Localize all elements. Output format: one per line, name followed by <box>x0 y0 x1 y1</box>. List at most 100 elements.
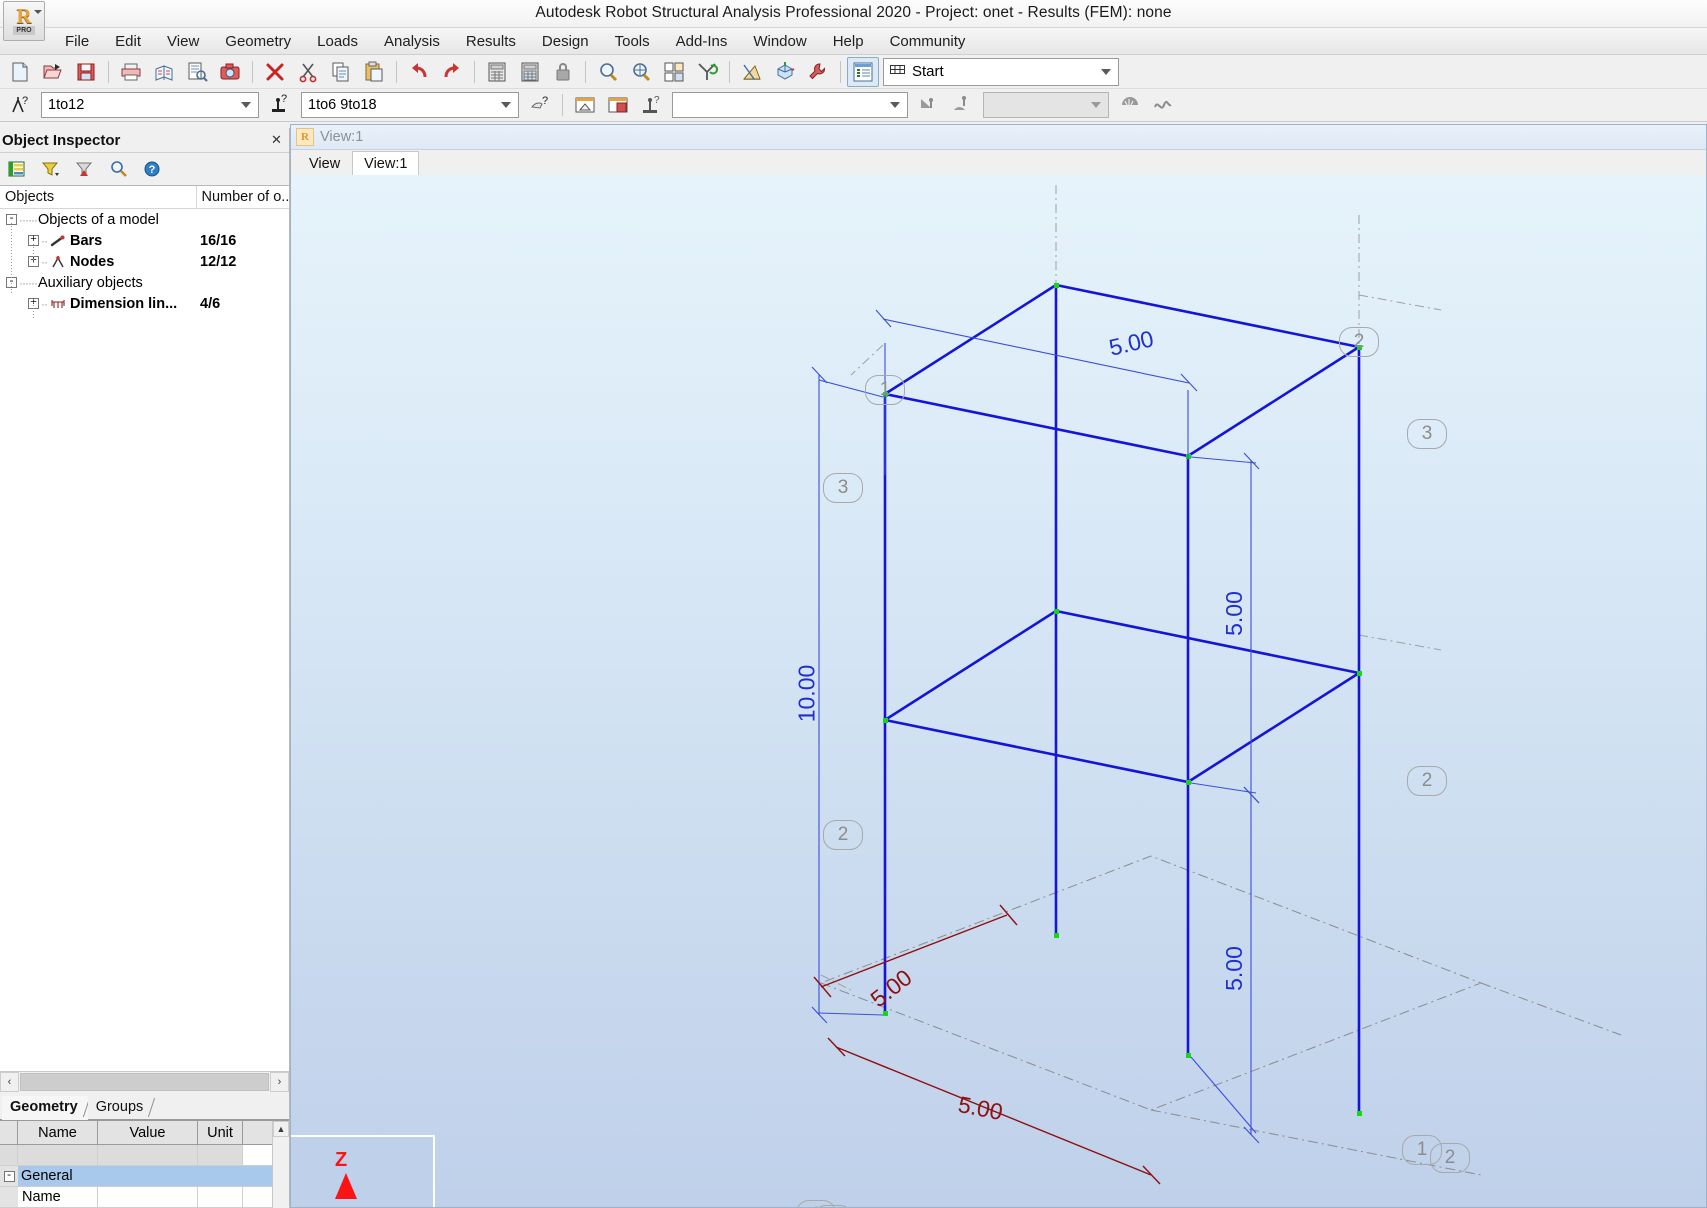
grid-bubble-far-2[interactable]: 2 <box>1430 1143 1470 1173</box>
chevron-down-icon[interactable] <box>501 102 511 108</box>
help-icon[interactable]: ? <box>139 157 165 181</box>
grid-bubble-top-2[interactable]: 2 <box>1339 327 1379 357</box>
bar-select-icon[interactable]: ? <box>264 90 296 120</box>
tree-expander[interactable]: + <box>28 256 39 267</box>
scroll-up-icon[interactable]: ▲ <box>273 1121 289 1137</box>
result-type-combo[interactable] <box>983 92 1109 118</box>
printout-composition-icon[interactable] <box>181 57 213 87</box>
search-icon[interactable] <box>105 157 131 181</box>
menu-item-help[interactable]: Help <box>820 30 877 53</box>
tree-node-bars[interactable]: + ·· Bars 16/16 <box>0 230 289 251</box>
tree-expander[interactable]: - <box>6 277 17 288</box>
display-icon[interactable] <box>658 57 690 87</box>
view-panel-icon[interactable] <box>569 90 601 120</box>
cell-value[interactable] <box>98 1187 198 1207</box>
menu-item-community[interactable]: Community <box>877 30 979 53</box>
chevron-down-icon[interactable] <box>1101 68 1111 75</box>
lock-icon[interactable] <box>547 57 579 87</box>
grid-bubble-top-1[interactable]: 1 <box>865 375 905 405</box>
tree-node-auxiliary-objects[interactable]: - ······ Auxiliary objects <box>0 272 289 293</box>
menu-item-edit[interactable]: Edit <box>102 30 154 53</box>
layout-selector-combo[interactable]: Start <box>883 57 1119 86</box>
clear-filter-icon[interactable] <box>71 157 97 181</box>
save-view-icon[interactable] <box>602 90 634 120</box>
tree-node-objects-of-a-model[interactable]: - ······ Objects of a model <box>0 209 289 230</box>
tab-view-1[interactable]: View:1 <box>352 151 420 177</box>
open-folder-icon[interactable] <box>37 57 69 87</box>
tab-geometry[interactable]: Geometry <box>2 1096 90 1120</box>
menu-item-results[interactable]: Results <box>453 30 529 53</box>
save-icon[interactable] <box>70 57 102 87</box>
app-logo-button[interactable]: R PRO <box>3 1 45 41</box>
model-canvas[interactable]: 5.00 10.00 5.00 5.00 5.00 5.00 1 2 3 3 2… <box>291 175 1706 1207</box>
menu-item-file[interactable]: File <box>52 30 102 53</box>
tree-expander[interactable]: + <box>28 235 39 246</box>
properties-row-name[interactable]: Name <box>0 1187 272 1208</box>
close-icon[interactable]: ✕ <box>268 132 285 149</box>
scroll-thumb[interactable] <box>20 1073 269 1091</box>
object-inspector-icon[interactable] <box>847 56 879 87</box>
load-support-icon[interactable] <box>946 90 978 120</box>
grid-bubble-left-3[interactable]: 3 <box>823 473 863 503</box>
menu-item-view[interactable]: View <box>154 30 212 53</box>
scroll-track[interactable] <box>19 1073 270 1091</box>
grid-bubble-left-2[interactable]: 2 <box>823 820 863 850</box>
menu-item-tools[interactable]: Tools <box>602 30 663 53</box>
menu-item-loads[interactable]: Loads <box>304 30 371 53</box>
filter-icon[interactable] <box>37 157 63 181</box>
undo-icon[interactable] <box>403 57 435 87</box>
paste-icon[interactable] <box>358 57 390 87</box>
chevron-down-icon[interactable] <box>34 10 42 14</box>
redo-icon[interactable] <box>436 57 468 87</box>
new-file-icon[interactable] <box>4 57 36 87</box>
grid-bubble-right-3[interactable]: 3 <box>1407 419 1447 449</box>
tree-node-nodes[interactable]: + ·· Nodes 12/12 <box>0 251 289 272</box>
properties-row-general[interactable]: - General <box>0 1166 272 1187</box>
preferences-icon[interactable] <box>802 57 834 87</box>
properties-table[interactable]: Name Value Unit - General Name <box>0 1121 272 1208</box>
menu-item-geometry[interactable]: Geometry <box>212 30 304 53</box>
zoom-icon[interactable] <box>592 57 624 87</box>
node-select-icon[interactable]: ? <box>4 90 36 120</box>
object-tree[interactable]: - ······ Objects of a model + ·· Bars 16… <box>0 209 289 1071</box>
scroll-right-icon[interactable]: › <box>270 1072 289 1092</box>
scroll-left-icon[interactable]: ‹ <box>0 1072 19 1092</box>
tab-groups[interactable]: Groups <box>87 1096 156 1119</box>
node-filter-combo[interactable]: 1to12 <box>41 92 259 118</box>
pan-3d-icon[interactable] <box>625 57 657 87</box>
properties-row-blank[interactable] <box>0 1145 272 1166</box>
load-diagram-icon[interactable] <box>913 90 945 120</box>
calculator-icon[interactable] <box>481 57 513 87</box>
chevron-down-icon[interactable] <box>890 102 900 108</box>
delete-icon[interactable] <box>259 57 291 87</box>
view-cube-icon[interactable] <box>769 57 801 87</box>
tree-horizontal-scrollbar[interactable]: ‹ › <box>0 1071 289 1092</box>
menu-item-design[interactable]: Design <box>529 30 602 53</box>
columns-icon[interactable] <box>3 157 29 181</box>
properties-vertical-scrollbar[interactable]: ▲ <box>272 1121 289 1208</box>
diagram-icon[interactable] <box>736 57 768 87</box>
chevron-down-icon[interactable] <box>241 102 251 108</box>
group-expander[interactable]: - <box>3 1170 15 1182</box>
chevron-down-icon[interactable] <box>1091 102 1101 108</box>
print-icon[interactable] <box>115 57 147 87</box>
select-all-icon[interactable]: ? <box>524 90 556 120</box>
print-preview-icon[interactable] <box>148 57 180 87</box>
tab-view[interactable]: View <box>297 151 353 176</box>
copy-icon[interactable] <box>325 57 357 87</box>
support-icon[interactable]: ? <box>635 90 667 120</box>
menu-item-window[interactable]: Window <box>740 30 819 53</box>
snap-settings-icon[interactable] <box>691 57 723 87</box>
menu-item-analysis[interactable]: Analysis <box>371 30 453 53</box>
tree-expander[interactable]: + <box>28 298 39 309</box>
tree-expander[interactable]: - <box>6 214 17 225</box>
grid-bubble-right-2[interactable]: 2 <box>1407 766 1447 796</box>
bar-filter-combo[interactable]: 1to6 9to18 <box>301 92 519 118</box>
screen-capture-icon[interactable] <box>214 57 246 87</box>
load-case-combo[interactable] <box>672 92 908 118</box>
map-icon[interactable] <box>1114 90 1146 120</box>
menu-item-add-ins[interactable]: Add-Ins <box>663 30 741 53</box>
tables-icon[interactable] <box>514 57 546 87</box>
deformation-icon[interactable] <box>1147 90 1179 120</box>
cut-icon[interactable] <box>292 57 324 87</box>
